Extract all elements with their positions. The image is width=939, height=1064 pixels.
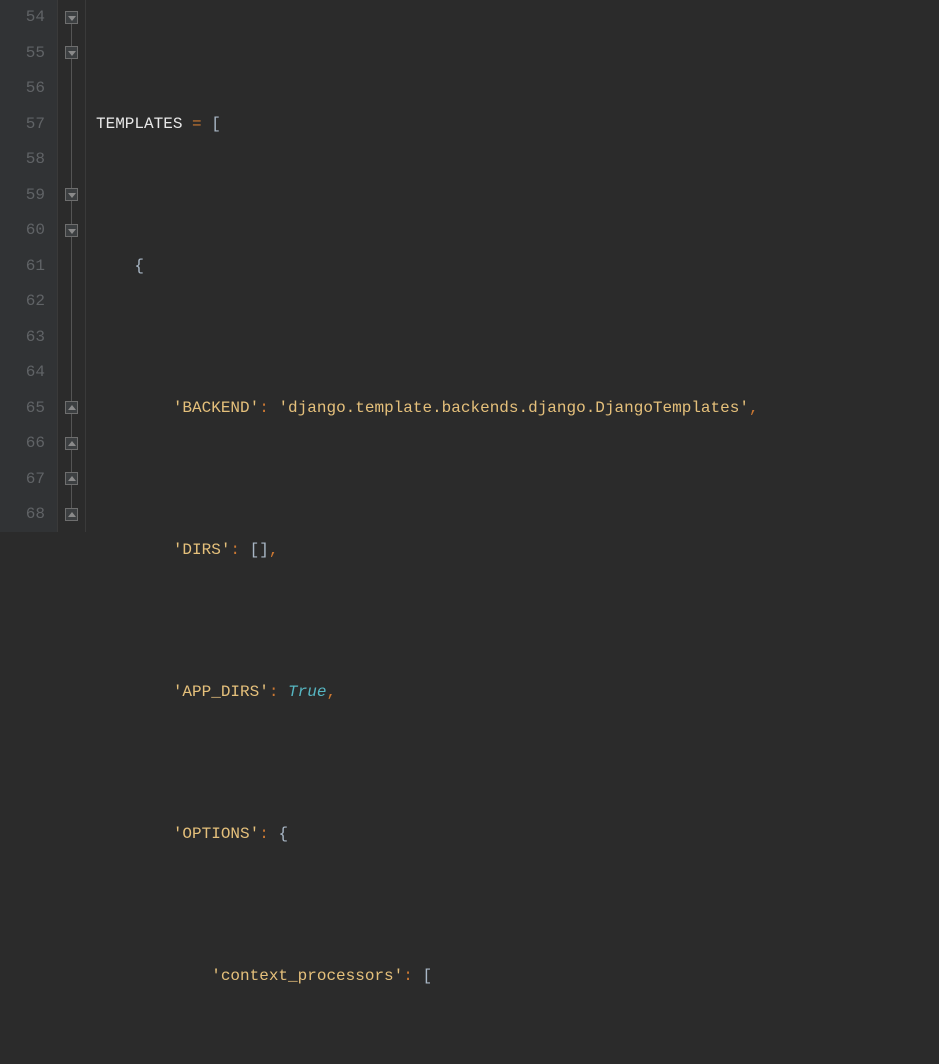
- code-editor[interactable]: 54 55 56 57 58 59 60 61 62 63 64 65 66 6…: [0, 0, 939, 532]
- colon: :: [403, 967, 413, 985]
- fold-toggle-icon[interactable]: [65, 401, 78, 414]
- code-line[interactable]: 'BACKEND': 'django.template.backends.dja…: [96, 391, 768, 427]
- line-number: 60: [0, 213, 45, 249]
- fold-toggle-icon[interactable]: [65, 188, 78, 201]
- fold-toggle-icon[interactable]: [65, 508, 78, 521]
- comma: ,: [749, 399, 759, 417]
- colon: :: [259, 399, 269, 417]
- code-line[interactable]: 'DIRS': [],: [96, 533, 768, 569]
- fold-toggle-icon[interactable]: [65, 46, 78, 59]
- code-line[interactable]: 'APP_DIRS': True,: [96, 675, 768, 711]
- fold-toggle-icon[interactable]: [65, 11, 78, 24]
- close-bracket: ]: [259, 541, 269, 559]
- line-number: 54: [0, 0, 45, 36]
- line-number: 63: [0, 320, 45, 356]
- open-bracket: [: [211, 115, 221, 133]
- colon: :: [259, 825, 269, 843]
- line-number-gutter: 54 55 56 57 58 59 60 61 62 63 64 65 66 6…: [0, 0, 58, 532]
- dict-key: 'context_processors': [211, 967, 403, 985]
- code-area[interactable]: TEMPLATES = [ { 'BACKEND': 'django.templ…: [86, 0, 768, 532]
- line-number: 65: [0, 391, 45, 427]
- colon: :: [230, 541, 240, 559]
- line-number: 67: [0, 462, 45, 498]
- code-line[interactable]: 'OPTIONS': {: [96, 817, 768, 853]
- code-line[interactable]: TEMPLATES = [: [96, 107, 768, 143]
- variable-name: TEMPLATES: [96, 115, 182, 133]
- string-value: 'django.template.backends.django.DjangoT…: [278, 399, 748, 417]
- colon: :: [269, 683, 279, 701]
- line-number: 62: [0, 284, 45, 320]
- open-bracket: [: [422, 967, 432, 985]
- dict-key: 'BACKEND': [173, 399, 259, 417]
- line-number: 66: [0, 426, 45, 462]
- open-bracket: [: [250, 541, 260, 559]
- comma: ,: [326, 683, 336, 701]
- dict-key: 'OPTIONS': [173, 825, 259, 843]
- line-number: 59: [0, 178, 45, 214]
- open-brace: {: [278, 825, 288, 843]
- line-number: 68: [0, 497, 45, 533]
- line-number: 55: [0, 36, 45, 72]
- line-number: 57: [0, 107, 45, 143]
- code-line[interactable]: {: [96, 249, 768, 285]
- line-number: 61: [0, 249, 45, 285]
- dict-key: 'APP_DIRS': [173, 683, 269, 701]
- boolean-literal: True: [288, 683, 326, 701]
- line-number: 58: [0, 142, 45, 178]
- comma: ,: [269, 541, 279, 559]
- open-brace: {: [134, 257, 144, 275]
- fold-toggle-icon[interactable]: [65, 224, 78, 237]
- code-line[interactable]: 'context_processors': [: [96, 959, 768, 995]
- line-number: 64: [0, 355, 45, 391]
- line-number: 56: [0, 71, 45, 107]
- dict-key: 'DIRS': [173, 541, 231, 559]
- fold-gutter: [58, 0, 86, 532]
- fold-toggle-icon[interactable]: [65, 472, 78, 485]
- fold-toggle-icon[interactable]: [65, 437, 78, 450]
- assign-operator: =: [192, 115, 202, 133]
